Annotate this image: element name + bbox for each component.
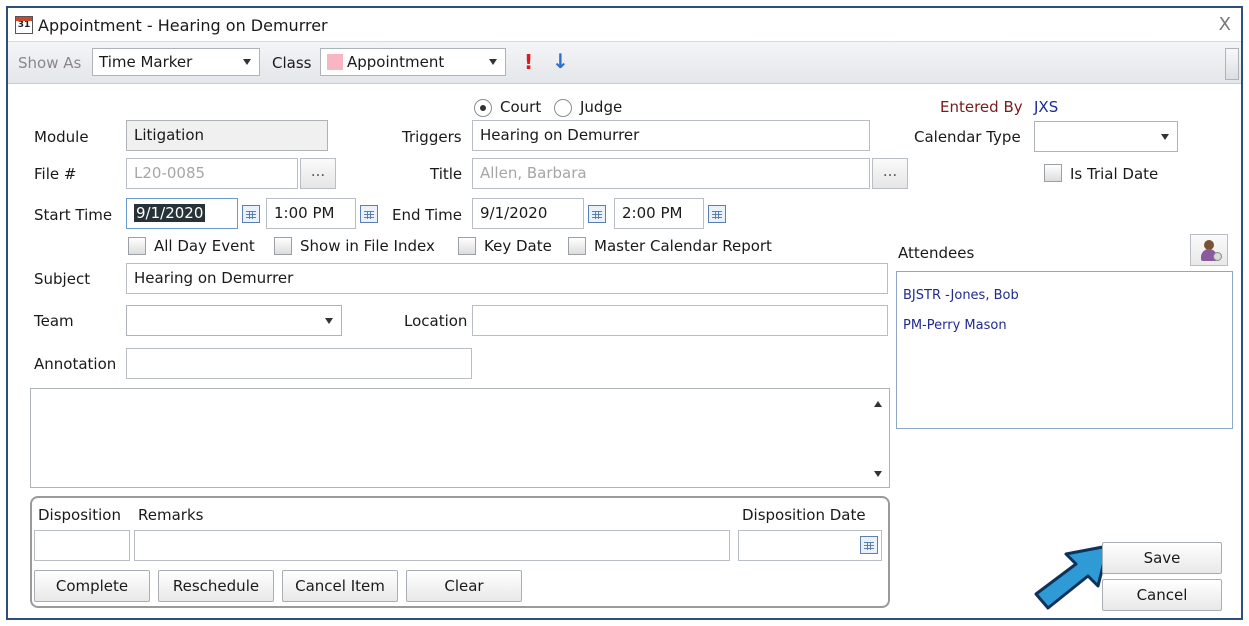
end-time-label: End Time — [392, 206, 462, 224]
disposition-field[interactable] — [34, 530, 130, 561]
cancel-button[interactable]: Cancel — [1102, 579, 1222, 611]
key-date-label: Key Date — [484, 237, 552, 255]
start-time-picker-icon[interactable] — [360, 205, 378, 223]
file-number-label: File # — [34, 165, 77, 183]
end-date-calendar-icon[interactable] — [588, 205, 606, 223]
class-value: Appointment — [347, 53, 445, 71]
class-label: Class — [272, 54, 312, 72]
chevron-down-icon — [325, 318, 333, 324]
chevron-down-icon — [489, 59, 497, 65]
is-trial-date-label: Is Trial Date — [1070, 165, 1159, 183]
start-date-value: 9/1/2020 — [134, 204, 206, 222]
class-dropdown[interactable]: Appointment — [320, 48, 506, 76]
attendee-item[interactable]: BJSTR -Jones, Bob — [903, 288, 1019, 303]
subject-field[interactable]: Hearing on Demurrer — [126, 263, 888, 294]
notes-textarea[interactable] — [30, 388, 890, 488]
all-day-event-label: All Day Event — [154, 237, 255, 255]
master-calendar-report-label: Master Calendar Report — [594, 237, 772, 255]
title-field[interactable]: Allen, Barbara — [472, 158, 870, 189]
annotation-field[interactable] — [126, 348, 472, 379]
person-badge — [1213, 252, 1222, 261]
clear-button[interactable]: Clear — [406, 570, 522, 602]
court-radio[interactable] — [474, 99, 492, 117]
entered-by-value: JXS — [1034, 98, 1059, 116]
save-button[interactable]: Save — [1102, 542, 1222, 574]
judge-radio[interactable] — [554, 99, 572, 117]
module-field: Litigation — [126, 120, 328, 151]
notes-scrollbar[interactable] — [869, 391, 887, 485]
remarks-label: Remarks — [138, 506, 204, 524]
location-field[interactable] — [472, 305, 888, 336]
key-date-checkbox[interactable] — [458, 237, 476, 255]
complete-button[interactable]: Complete — [34, 570, 150, 602]
cancel-item-button[interactable]: Cancel Item — [282, 570, 398, 602]
disposition-date-label: Disposition Date — [742, 506, 866, 524]
calendar-type-label: Calendar Type — [914, 128, 1021, 146]
file-lookup-button[interactable]: ... — [300, 158, 336, 189]
show-in-file-index-label: Show in File Index — [300, 237, 435, 255]
show-in-file-index-checkbox[interactable] — [274, 237, 292, 255]
start-time-label: Start Time — [34, 206, 113, 224]
add-attendee-icon[interactable] — [1190, 234, 1228, 266]
toolbar: Show As Time Marker Class Appointment ! … — [8, 42, 1241, 84]
show-as-label: Show As — [18, 54, 82, 72]
subject-label: Subject — [34, 270, 91, 288]
disposition-label: Disposition — [38, 506, 121, 524]
high-priority-icon[interactable]: ! — [524, 50, 533, 74]
reschedule-button[interactable]: Reschedule — [158, 570, 274, 602]
location-label: Location — [404, 312, 468, 330]
entered-by-label: Entered By — [940, 98, 1023, 116]
master-calendar-report-checkbox[interactable] — [568, 237, 586, 255]
start-date-field[interactable]: 9/1/2020 — [126, 198, 238, 229]
annotation-label: Annotation — [34, 355, 117, 373]
low-priority-icon[interactable]: ↓ — [552, 49, 569, 73]
attendees-list[interactable]: BJSTR -Jones, Bob PM-Perry Mason — [896, 271, 1233, 429]
team-dropdown[interactable] — [126, 305, 342, 336]
title-label: Title — [430, 165, 463, 183]
chevron-down-icon — [1161, 134, 1169, 140]
remarks-field[interactable] — [134, 530, 730, 561]
toolbar-overflow-handle[interactable] — [1225, 48, 1239, 80]
disposition-date-calendar-icon[interactable] — [860, 536, 878, 554]
end-time-field[interactable]: 2:00 PM — [614, 198, 704, 229]
scroll-down-icon[interactable] — [874, 471, 882, 477]
appointment-window: 31 Appointment - Hearing on Demurrer X S… — [6, 6, 1243, 620]
calendar-type-dropdown[interactable] — [1034, 121, 1178, 152]
title-bar: 31 Appointment - Hearing on Demurrer X — [8, 8, 1241, 42]
attendees-label: Attendees — [898, 244, 975, 262]
end-date-field[interactable]: 9/1/2020 — [472, 198, 584, 229]
start-time-field[interactable]: 1:00 PM — [266, 198, 356, 229]
class-color-swatch — [327, 54, 343, 70]
team-label: Team — [34, 312, 74, 330]
start-date-calendar-icon[interactable] — [242, 205, 260, 223]
scroll-up-icon[interactable] — [874, 401, 882, 407]
window-title: Appointment - Hearing on Demurrer — [38, 16, 328, 35]
triggers-label: Triggers — [402, 128, 462, 146]
disposition-group: Disposition Remarks Disposition Date Com… — [30, 496, 890, 608]
close-icon[interactable]: X — [1219, 14, 1231, 35]
chevron-down-icon — [243, 59, 251, 65]
file-number-field[interactable]: L20-0085 — [126, 158, 298, 189]
end-time-picker-icon[interactable] — [708, 205, 726, 223]
judge-label: Judge — [580, 98, 623, 116]
show-as-dropdown[interactable]: Time Marker — [92, 48, 260, 76]
module-label: Module — [34, 128, 89, 146]
court-label: Court — [500, 98, 542, 116]
triggers-field[interactable]: Hearing on Demurrer — [472, 120, 870, 151]
title-lookup-button[interactable]: ... — [872, 158, 908, 189]
all-day-event-checkbox[interactable] — [128, 237, 146, 255]
show-as-value: Time Marker — [99, 53, 193, 71]
calendar-icon: 31 — [15, 16, 33, 34]
is-trial-date-checkbox[interactable] — [1044, 164, 1062, 182]
attendee-item[interactable]: PM-Perry Mason — [903, 318, 1007, 333]
